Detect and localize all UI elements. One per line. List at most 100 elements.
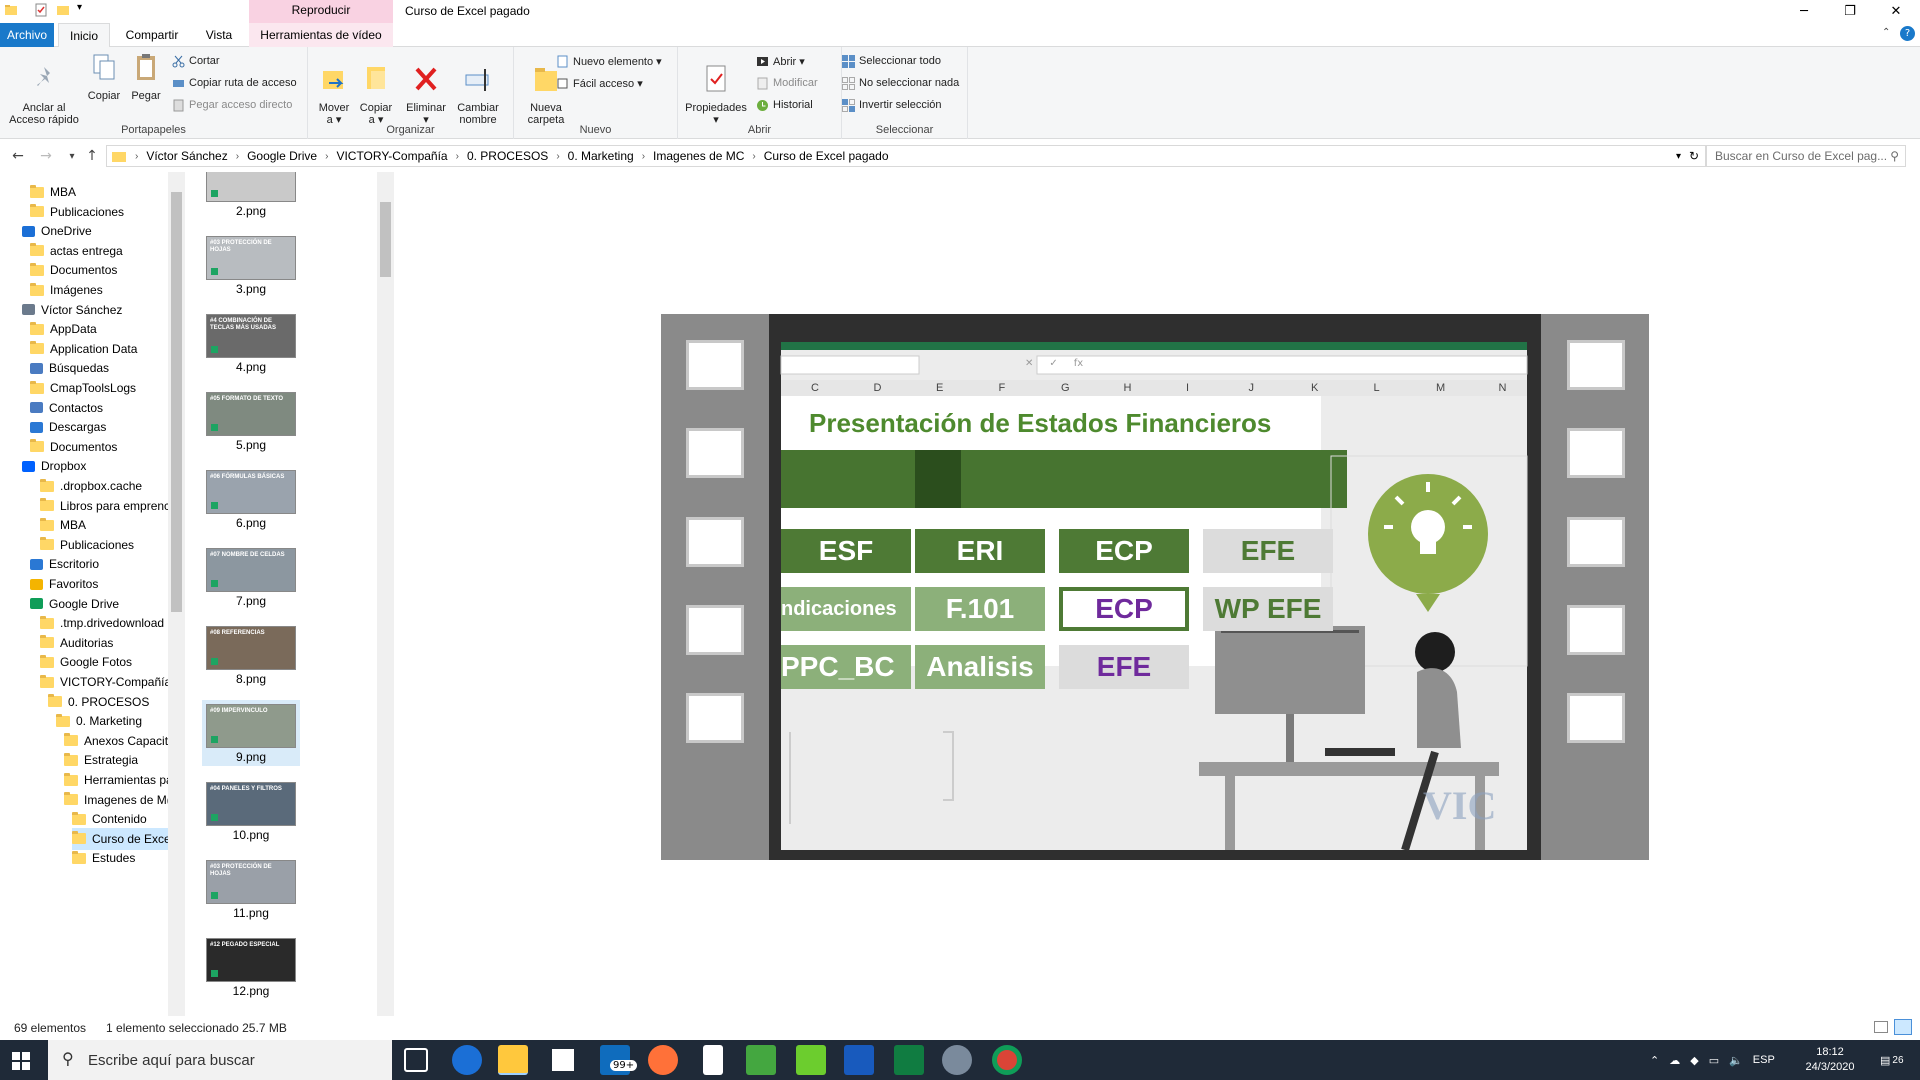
start-icon[interactable] bbox=[12, 1052, 30, 1070]
file-item[interactable]: #04 PANELES Y FILTROS 10.png bbox=[206, 782, 296, 842]
preview-tile: EFE bbox=[1059, 645, 1189, 689]
properties-icon[interactable] bbox=[34, 3, 48, 17]
tab-compartir[interactable]: Compartir bbox=[118, 23, 186, 47]
language-indicator[interactable]: ESP bbox=[1753, 1054, 1775, 1066]
paste-shortcut-button[interactable]: Pegar acceso directo bbox=[172, 96, 292, 114]
address-dropdown-icon[interactable]: ▾ bbox=[1676, 151, 1681, 162]
file-item[interactable]: #4 COMBINACIÓN DE TECLAS MÁS USADAS 4.png bbox=[206, 314, 296, 374]
breadcrumb-item[interactable]: Google Drive bbox=[247, 149, 317, 163]
edge-icon[interactable] bbox=[452, 1045, 482, 1075]
select-none-button[interactable]: No seleccionar nada bbox=[842, 74, 959, 92]
folder-icon bbox=[72, 831, 86, 845]
easy-access-button[interactable]: Fácil acceso ▾ bbox=[556, 74, 643, 92]
breadcrumb-item[interactable]: 0. PROCESOS bbox=[467, 149, 548, 163]
breadcrumb-item[interactable]: Curso de Excel pagado bbox=[764, 149, 889, 163]
file-item[interactable]: #05 FORMATO DE TEXTO 5.png bbox=[206, 392, 296, 452]
chrome-icon[interactable] bbox=[992, 1045, 1022, 1075]
tab-herramientas-video[interactable]: Herramientas de vídeo bbox=[249, 23, 393, 47]
breadcrumb-item[interactable]: Víctor Sánchez bbox=[146, 149, 227, 163]
document-icon[interactable] bbox=[703, 1045, 723, 1075]
camtasia-icon[interactable] bbox=[796, 1045, 826, 1075]
rename-button[interactable]: Cambiar nombre bbox=[454, 51, 502, 126]
nav-scrollbar[interactable] bbox=[168, 172, 185, 1016]
forward-button[interactable]: → bbox=[38, 148, 54, 164]
file-list-scrollbar[interactable] bbox=[377, 172, 394, 1016]
file-list[interactable]: 2.png #03 PROTECCIÓN DE HOJAS 3.png #4 COMB… bbox=[185, 172, 395, 1016]
firefox-icon[interactable] bbox=[648, 1045, 678, 1075]
copy-path-button[interactable]: Copiar ruta de acceso bbox=[172, 74, 297, 92]
volume-icon[interactable]: 🔈 bbox=[1729, 1054, 1743, 1067]
invert-selection-button[interactable]: Invertir selección bbox=[842, 96, 942, 114]
taskbar-search[interactable]: ⚲ Escribe aquí para buscar bbox=[48, 1040, 392, 1080]
task-view-icon[interactable] bbox=[404, 1048, 428, 1072]
delete-button[interactable]: Eliminar ▾ bbox=[404, 51, 448, 126]
file-item[interactable]: #03 PROTECCIÓN DE HOJAS 3.png bbox=[206, 236, 296, 296]
address-bar[interactable]: › Víctor Sánchez › Google Drive › VICTORY-C… bbox=[106, 145, 1706, 167]
refresh-icon[interactable]: ↻ bbox=[1689, 149, 1699, 163]
copy-to-button[interactable]: Copiar a ▾ bbox=[358, 51, 394, 126]
file-item[interactable]: #12 PEGADO ESPECIAL 12.png bbox=[206, 938, 296, 998]
breadcrumb-item[interactable]: VICTORY-Compañía bbox=[336, 149, 447, 163]
cut-button[interactable]: Cortar bbox=[172, 52, 220, 70]
file-name: 12.png bbox=[232, 984, 270, 998]
recent-locations-button[interactable]: ▾ bbox=[64, 148, 80, 164]
breadcrumb-item[interactable]: 0. Marketing bbox=[568, 149, 634, 163]
nav-item-label: MBA bbox=[50, 185, 77, 199]
close-button[interactable]: ✕ bbox=[1873, 0, 1919, 23]
app-tool-icon[interactable] bbox=[942, 1045, 972, 1075]
details-view-icon[interactable] bbox=[1874, 1021, 1888, 1033]
tray-expand-icon[interactable]: ⌃ bbox=[1650, 1054, 1659, 1067]
navigation-pane[interactable]: MBA Publicaciones OneDrive actas entrega Doc… bbox=[0, 172, 185, 1016]
app-green-icon[interactable] bbox=[746, 1045, 776, 1075]
large-icons-view-icon[interactable] bbox=[1894, 1019, 1912, 1035]
spreadsheet-column-headers: C D E F G H I J K L M N bbox=[781, 382, 1527, 396]
excel-icon[interactable] bbox=[894, 1045, 924, 1075]
up-button[interactable]: ↑ bbox=[84, 148, 100, 164]
select-all-button[interactable]: Seleccionar todo bbox=[842, 52, 941, 70]
clock[interactable]: 18:12 24/3/2020 bbox=[1800, 1040, 1860, 1080]
minimize-button[interactable]: ─ bbox=[1781, 0, 1827, 23]
new-item-button[interactable]: Nuevo elemento ▾ bbox=[556, 52, 662, 70]
tab-vista[interactable]: Vista bbox=[196, 23, 242, 47]
film-hole bbox=[1567, 428, 1625, 478]
copy-path-icon bbox=[173, 79, 184, 87]
network-icon[interactable]: ▭ bbox=[1709, 1054, 1719, 1067]
edit-button[interactable]: Modificar bbox=[756, 74, 818, 92]
file-item[interactable]: #07 NOMBRE DE CELDAS 7.png bbox=[206, 548, 296, 608]
file-item[interactable]: 2.png bbox=[206, 172, 296, 218]
back-button[interactable]: ← bbox=[10, 148, 26, 164]
thumbnail-caption: #4 COMBINACIÓN DE TECLAS MÁS USADAS bbox=[210, 318, 277, 331]
paste-button[interactable]: Pegar bbox=[126, 51, 166, 102]
pin-quick-access-button[interactable]: Anclar al Acceso rápido bbox=[4, 51, 84, 126]
open-button[interactable]: Abrir ▾ bbox=[756, 52, 805, 70]
tab-archivo[interactable]: Archivo bbox=[0, 23, 54, 47]
nav-scroll-thumb[interactable] bbox=[171, 192, 182, 612]
file-scroll-thumb[interactable] bbox=[380, 202, 391, 277]
qa-dropdown-icon[interactable]: ▾ bbox=[77, 2, 82, 13]
search-icon: ⚲ bbox=[62, 1051, 74, 1068]
copy-button[interactable]: Copiar bbox=[84, 51, 124, 102]
store-icon[interactable] bbox=[548, 1045, 578, 1075]
collapse-ribbon-icon[interactable]: ⌃ bbox=[1882, 27, 1890, 38]
file-item[interactable]: #03 PROTECCIÓN DE HOJAS 11.png bbox=[206, 860, 296, 920]
tab-inicio[interactable]: Inicio bbox=[58, 23, 110, 48]
move-to-button[interactable]: Mover a ▾ bbox=[316, 51, 352, 126]
new-folder-icon[interactable] bbox=[56, 3, 70, 17]
file-item[interactable]: #09 IMPERVINCULO 9.png bbox=[202, 700, 300, 766]
restore-button[interactable]: ❐ bbox=[1827, 0, 1873, 23]
help-icon[interactable]: ? bbox=[1900, 26, 1915, 41]
notifications-button[interactable]: ▤ 26 bbox=[1880, 1040, 1904, 1080]
excel-badge-icon bbox=[211, 346, 218, 353]
notifications-count: 26 bbox=[1892, 1054, 1904, 1066]
properties-button[interactable]: Propiedades ▾ bbox=[684, 51, 748, 126]
file-explorer-icon[interactable] bbox=[498, 1045, 528, 1075]
paste-shortcut-icon bbox=[173, 99, 184, 111]
file-item[interactable]: #08 REFERENCIAS 8.png bbox=[206, 626, 296, 686]
dropbox-icon[interactable]: ◆ bbox=[1690, 1054, 1698, 1067]
word-icon[interactable] bbox=[844, 1045, 874, 1075]
search-input[interactable]: Buscar en Curso de Excel pag... ⚲ bbox=[1706, 145, 1906, 167]
onedrive-icon[interactable]: ☁ bbox=[1669, 1054, 1680, 1067]
history-button[interactable]: Historial bbox=[756, 96, 813, 114]
file-item[interactable]: #06 FÓRMULAS BÁSICAS 6.png bbox=[206, 470, 296, 530]
breadcrumb-item[interactable]: Imagenes de MC bbox=[653, 149, 744, 163]
